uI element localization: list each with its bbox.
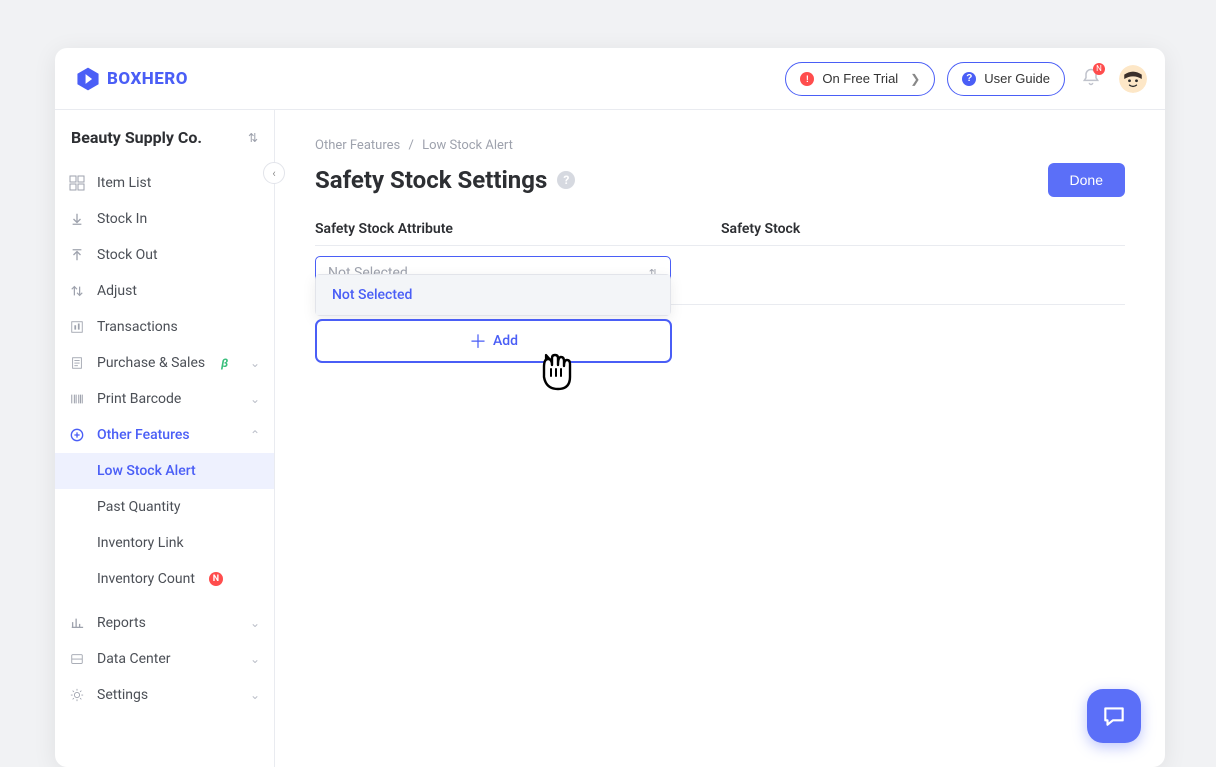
user-guide-label: User Guide: [984, 71, 1050, 86]
nav-label: Adjust: [97, 283, 137, 299]
header-bar: BOXHERO ! On Free Trial ❯ ? User Guide N: [55, 48, 1165, 110]
database-icon: [69, 651, 85, 667]
chevron-up-icon: ⌃: [250, 428, 260, 442]
nav-label: Transactions: [97, 319, 178, 335]
breadcrumb-link-other-features[interactable]: Other Features: [315, 138, 400, 153]
nav-label: Inventory Link: [97, 535, 184, 551]
chevron-right-icon: ❯: [910, 72, 920, 86]
sidebar-item-other-features[interactable]: Other Features ⌃: [55, 417, 274, 453]
sidebar-item-purchase-sales[interactable]: Purchase & Sales β ⌄: [55, 345, 274, 381]
help-dot-icon: ?: [962, 72, 976, 86]
chat-icon: [1101, 703, 1127, 729]
chevron-down-icon: ⌄: [250, 616, 260, 630]
company-selector[interactable]: Beauty Supply Co. ⇅: [55, 128, 274, 165]
barcode-icon: [69, 391, 85, 407]
plus-icon: ＋: [469, 328, 487, 354]
sidebar-item-settings[interactable]: Settings ⌄: [55, 677, 274, 713]
nav-label: Stock Out: [97, 247, 158, 263]
nav-label: Inventory Count: [97, 571, 195, 587]
notifications-button[interactable]: N: [1081, 67, 1101, 91]
new-badge: N: [209, 572, 223, 586]
gear-icon: [69, 687, 85, 703]
sidebar-item-stock-out[interactable]: Stock Out: [55, 237, 274, 273]
add-button[interactable]: ＋ Add: [315, 319, 672, 363]
sidebar-item-reports[interactable]: Reports ⌄: [55, 605, 274, 641]
user-guide-button[interactable]: ? User Guide: [947, 62, 1065, 96]
column-safety-stock-attribute: Safety Stock Attribute: [315, 221, 721, 237]
help-icon[interactable]: ?: [557, 171, 575, 189]
nav-label: Other Features: [97, 427, 190, 443]
nav-label: Print Barcode: [97, 391, 181, 407]
chevron-down-icon: ⌄: [250, 356, 260, 370]
breadcrumb-link-low-stock-alert[interactable]: Low Stock Alert: [422, 138, 513, 153]
company-name: Beauty Supply Co.: [71, 128, 202, 147]
column-headers: Safety Stock Attribute Safety Stock: [315, 221, 1125, 246]
sidebar-subitem-low-stock-alert[interactable]: Low Stock Alert: [55, 453, 274, 489]
arrow-up-icon: [69, 247, 85, 263]
column-safety-stock: Safety Stock: [721, 221, 1125, 237]
breadcrumb-separator: /: [408, 138, 413, 153]
chevron-down-icon: ⌄: [250, 652, 260, 666]
alert-dot-icon: !: [800, 72, 814, 86]
chevron-down-icon: ⌄: [250, 688, 260, 702]
plus-circle-icon: [69, 427, 85, 443]
nav-label: Stock In: [97, 211, 147, 227]
sidebar-item-stock-in[interactable]: Stock In: [55, 201, 274, 237]
help-fab-button[interactable]: [1087, 689, 1141, 743]
chevron-left-icon: ‹: [272, 167, 275, 180]
sidebar-collapse-toggle[interactable]: ‹: [263, 162, 285, 184]
sidebar-item-adjust[interactable]: Adjust: [55, 273, 274, 309]
sidebar-subitem-inventory-count[interactable]: Inventory Count N: [55, 561, 274, 597]
nav-label: Low Stock Alert: [97, 463, 196, 479]
nav-label: Item List: [97, 175, 151, 191]
main-content: Other Features / Low Stock Alert Safety …: [275, 110, 1165, 767]
adjust-icon: [69, 283, 85, 299]
receipt-icon: [69, 355, 85, 371]
attribute-dropdown: Not Selected: [315, 274, 671, 316]
dropdown-option-not-selected[interactable]: Not Selected: [316, 275, 670, 315]
sidebar: ‹ Beauty Supply Co. ⇅ Item List Stock In: [55, 110, 275, 767]
nav-label: Past Quantity: [97, 499, 181, 515]
beta-badge: β: [221, 356, 228, 370]
updown-icon: ⇅: [248, 131, 258, 145]
sidebar-item-transactions[interactable]: Transactions: [55, 309, 274, 345]
notification-badge: N: [1093, 63, 1105, 75]
arrow-down-icon: [69, 211, 85, 227]
done-button[interactable]: Done: [1048, 163, 1125, 197]
avatar[interactable]: [1119, 65, 1147, 93]
add-label: Add: [493, 333, 518, 349]
page-title: Safety Stock Settings ?: [315, 166, 575, 194]
logo-hex-icon: [75, 66, 101, 92]
free-trial-button[interactable]: ! On Free Trial ❯: [785, 62, 935, 96]
sidebar-item-print-barcode[interactable]: Print Barcode ⌄: [55, 381, 274, 417]
chevron-down-icon: ⌄: [250, 392, 260, 406]
grid-icon: [69, 175, 85, 191]
nav-label: Data Center: [97, 651, 171, 667]
chart-icon: [69, 615, 85, 631]
brand-name: BOXHERO: [107, 69, 188, 89]
sidebar-subitem-past-quantity[interactable]: Past Quantity: [55, 489, 274, 525]
sidebar-subitem-inventory-link[interactable]: Inventory Link: [55, 525, 274, 561]
sidebar-item-data-center[interactable]: Data Center ⌄: [55, 641, 274, 677]
sidebar-item-item-list[interactable]: Item List: [55, 165, 274, 201]
transactions-icon: [69, 319, 85, 335]
nav-label: Reports: [97, 615, 146, 631]
nav-label: Settings: [97, 687, 148, 703]
nav-label: Purchase & Sales: [97, 355, 205, 371]
breadcrumb: Other Features / Low Stock Alert: [315, 138, 1125, 153]
app-window: BOXHERO ! On Free Trial ❯ ? User Guide N: [55, 48, 1165, 767]
free-trial-label: On Free Trial: [822, 71, 898, 86]
brand-logo[interactable]: BOXHERO: [75, 66, 188, 92]
